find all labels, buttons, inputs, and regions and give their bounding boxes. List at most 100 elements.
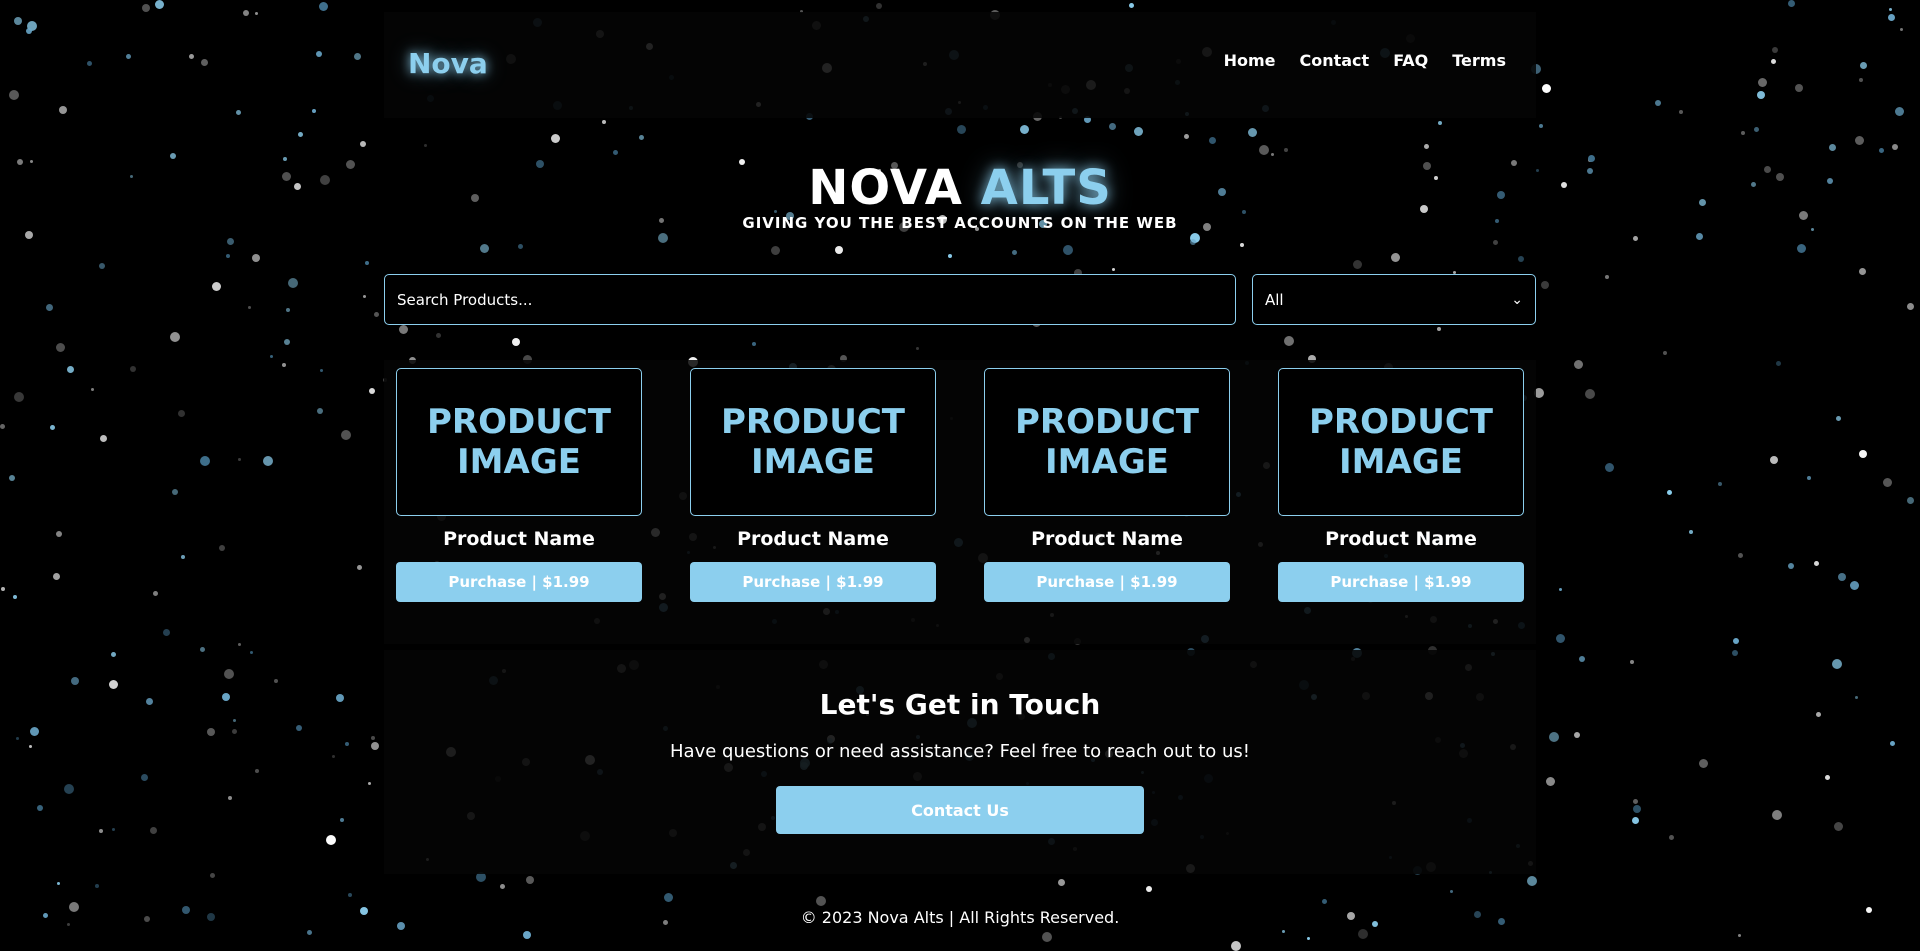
star-dot	[1559, 588, 1562, 591]
star-dot	[307, 930, 312, 935]
star-dot	[1696, 233, 1703, 240]
star-dot	[1271, 153, 1274, 156]
star-dot	[424, 144, 427, 147]
star-dot	[658, 233, 668, 243]
star-dot	[357, 565, 362, 570]
star-dot	[1259, 145, 1269, 155]
hero-title-accent: ALTS	[980, 160, 1112, 216]
star-dot	[16, 737, 19, 740]
purchase-button[interactable]: Purchase | $1.99	[396, 562, 642, 602]
star-dot	[56, 343, 65, 352]
star-dot	[1322, 899, 1327, 904]
star-dot	[1816, 712, 1821, 717]
purchase-button[interactable]: Purchase | $1.99	[690, 562, 936, 602]
star-dot	[340, 818, 344, 822]
star-dot	[1450, 890, 1453, 893]
contact-section: Let's Get in Touch Have questions or nee…	[384, 650, 1536, 874]
star-dot	[1424, 144, 1429, 149]
star-dot	[1190, 239, 1196, 245]
site-logo[interactable]: Nova	[408, 47, 488, 80]
star-dot	[1539, 124, 1543, 128]
star-dot	[1633, 805, 1641, 813]
star-dot	[1733, 638, 1739, 644]
star-dot	[1814, 561, 1819, 566]
star-dot	[1358, 929, 1368, 939]
product-name: Product Name	[1325, 528, 1477, 550]
star-dot	[1907, 497, 1914, 504]
category-filter-select[interactable]: All ⌄	[1252, 274, 1536, 325]
product-image-placeholder: PRODUCT IMAGE	[396, 368, 642, 516]
product-name: Product Name	[443, 528, 595, 550]
star-dot	[345, 742, 349, 746]
star-dot	[320, 369, 323, 372]
star-dot	[1895, 107, 1904, 116]
star-dot	[255, 769, 259, 773]
star-dot	[50, 425, 55, 430]
star-dot	[346, 160, 355, 169]
product-grid: PRODUCT IMAGE Product Name Purchase | $1.…	[384, 360, 1536, 644]
star-dot	[365, 261, 369, 265]
nav-home-link[interactable]: Home	[1224, 51, 1276, 70]
star-dot	[602, 120, 606, 124]
star-dot	[1527, 876, 1537, 886]
star-dot	[126, 54, 131, 59]
star-dot	[112, 828, 115, 831]
star-dot	[1633, 799, 1638, 804]
star-dot	[227, 238, 234, 245]
star-dot	[71, 677, 79, 685]
star-dot	[1795, 84, 1803, 92]
product-image-placeholder: PRODUCT IMAGE	[690, 368, 936, 516]
star-dot	[1438, 121, 1442, 125]
star-dot	[1669, 835, 1674, 840]
star-dot	[29, 745, 32, 748]
star-dot	[1284, 148, 1288, 152]
star-dot	[876, 3, 882, 9]
star-dot	[64, 784, 74, 794]
star-dot	[228, 796, 232, 800]
star-dot	[1832, 659, 1842, 669]
star-dot	[9, 475, 15, 481]
star-dot	[59, 106, 67, 114]
search-bar: All ⌄	[384, 274, 1536, 325]
star-dot	[1282, 930, 1285, 933]
nav-terms-link[interactable]: Terms	[1452, 51, 1506, 70]
star-dot	[639, 135, 644, 140]
star-dot	[57, 882, 60, 885]
star-dot	[1788, 0, 1795, 7]
star-dot	[1827, 178, 1833, 184]
star-dot	[1541, 281, 1549, 289]
search-input[interactable]	[384, 274, 1236, 325]
nav-contact-link[interactable]: Contact	[1299, 51, 1369, 70]
star-dot	[100, 435, 107, 442]
star-dot	[1284, 336, 1294, 346]
star-dot	[1184, 134, 1189, 139]
star-dot	[1058, 879, 1065, 886]
star-dot	[226, 254, 230, 258]
star-dot	[752, 342, 756, 346]
star-dot	[111, 652, 116, 657]
star-dot	[1757, 91, 1765, 99]
star-dot	[1063, 245, 1073, 255]
star-dot	[255, 12, 258, 15]
star-dot	[1859, 78, 1863, 82]
star-dot	[1738, 934, 1741, 937]
star-dot	[1546, 777, 1555, 786]
star-dot	[248, 306, 251, 309]
star-dot	[1574, 360, 1583, 369]
star-dot	[282, 363, 286, 367]
star-dot	[109, 680, 118, 689]
star-dot	[363, 295, 366, 298]
star-dot	[181, 555, 185, 559]
contact-us-button[interactable]: Contact Us	[776, 786, 1144, 834]
star-dot	[354, 53, 361, 60]
purchase-button[interactable]: Purchase | $1.99	[1278, 562, 1524, 602]
star-dot	[1579, 656, 1585, 662]
star-dot	[1542, 84, 1551, 93]
star-dot	[210, 873, 215, 878]
purchase-button[interactable]: Purchase | $1.99	[984, 562, 1230, 602]
product-card: PRODUCT IMAGE Product Name Purchase | $1.…	[396, 360, 642, 644]
nav-faq-link[interactable]: FAQ	[1393, 51, 1428, 70]
star-dot	[1866, 907, 1872, 913]
star-dot	[263, 456, 273, 466]
product-image-placeholder: PRODUCT IMAGE	[984, 368, 1230, 516]
